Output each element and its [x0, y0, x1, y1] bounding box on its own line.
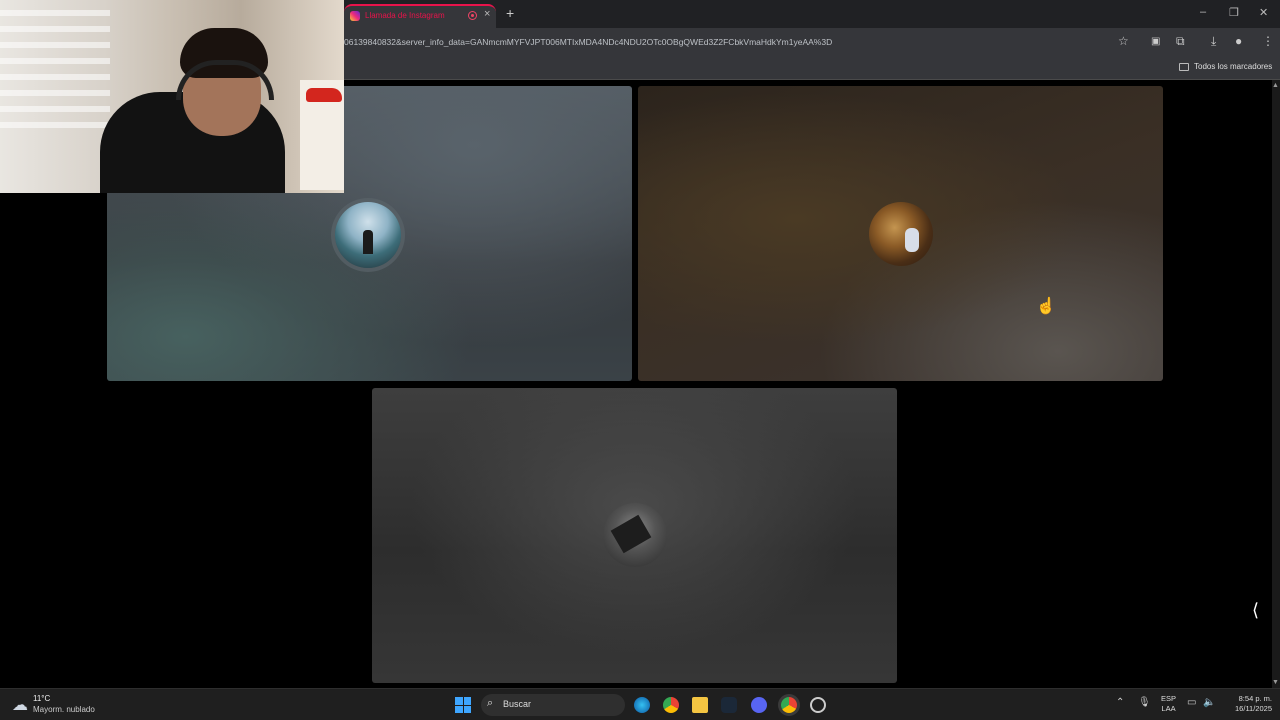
weather-condition[interactable]: Mayorm. nublado: [33, 705, 95, 714]
mic-icon[interactable]: 🎙: [1138, 697, 1151, 708]
tab-instagram-call[interactable]: Llamada de Instagram ×: [344, 4, 496, 28]
scrollbar[interactable]: [1272, 80, 1280, 688]
taskbar-search[interactable]: ⌕ Buscar: [481, 694, 625, 716]
close-icon[interactable]: ×: [484, 8, 490, 20]
scroll-down-icon[interactable]: ▼: [1272, 679, 1279, 686]
scroll-up-icon[interactable]: ▲: [1272, 82, 1279, 89]
minimize-icon[interactable]: –: [1200, 6, 1206, 18]
download-icon[interactable]: ⤓: [1211, 34, 1216, 49]
clock-date: 16/11/2025: [1235, 704, 1272, 713]
cursor-icon: ☝: [1036, 298, 1056, 315]
menu-icon[interactable]: ⋮: [1262, 34, 1274, 48]
chrome-icon[interactable]: [663, 697, 679, 713]
weather-icon[interactable]: ☁: [12, 695, 28, 715]
participant-tile-3[interactable]: [372, 388, 897, 683]
lang-bottom: LAA: [1161, 704, 1176, 713]
language-indicator[interactable]: ESP LAA: [1161, 694, 1176, 714]
webcam-overlay: [0, 0, 344, 193]
participant-tile-2[interactable]: [638, 86, 1163, 381]
discord-icon[interactable]: [751, 697, 767, 713]
taskbar: ☁ 11°C Mayorm. nublado ⌕ Buscar ⌃ 🎙 ESP …: [0, 688, 1280, 720]
app-recording-icon[interactable]: [810, 697, 826, 713]
new-tab-icon[interactable]: +: [506, 5, 514, 21]
clock-time: 8:54 p. m.: [1238, 694, 1272, 703]
folder-icon: [1179, 63, 1189, 71]
windows-icon[interactable]: [455, 697, 471, 713]
tab-title: Llamada de Instagram: [365, 11, 445, 20]
profile-icon[interactable]: ●: [1235, 34, 1242, 48]
search-icon: ⌕: [487, 697, 494, 709]
address-bar[interactable]: 06139840832&server_info_data=GANmcmMYFVJ…: [344, 37, 832, 47]
lang-top: ESP: [1161, 694, 1177, 703]
clock[interactable]: 8:54 p. m. 16/11/2025: [1222, 694, 1272, 714]
window-close-icon[interactable]: ✕: [1259, 6, 1268, 19]
chevron-up-icon[interactable]: ⌃: [1116, 697, 1124, 708]
edge-icon[interactable]: [634, 697, 650, 713]
extensions-icon[interactable]: ⧉: [1176, 34, 1185, 49]
chrome-active-icon[interactable]: [781, 697, 797, 713]
side-panel-icon[interactable]: ⟨: [1252, 600, 1259, 621]
steam-icon[interactable]: [721, 697, 737, 713]
record-icon: [468, 11, 477, 20]
volume-icon[interactable]: 🔈: [1203, 697, 1215, 708]
participant-2-avatar: [869, 202, 933, 266]
star-icon[interactable]: ☆: [1118, 34, 1129, 48]
participant-3-avatar: [603, 503, 667, 567]
file-explorer-icon[interactable]: [692, 697, 708, 713]
instagram-icon: [350, 11, 360, 21]
network-icon[interactable]: ▭: [1187, 697, 1196, 708]
cast-icon[interactable]: ▣: [1151, 36, 1160, 47]
search-placeholder: Buscar: [503, 699, 532, 709]
bookmarks-folder[interactable]: Todos los marcadores: [1194, 62, 1272, 71]
participant-1-avatar: [335, 202, 401, 268]
restore-icon[interactable]: ❐: [1229, 6, 1239, 19]
weather-temp[interactable]: 11°C: [33, 694, 50, 703]
